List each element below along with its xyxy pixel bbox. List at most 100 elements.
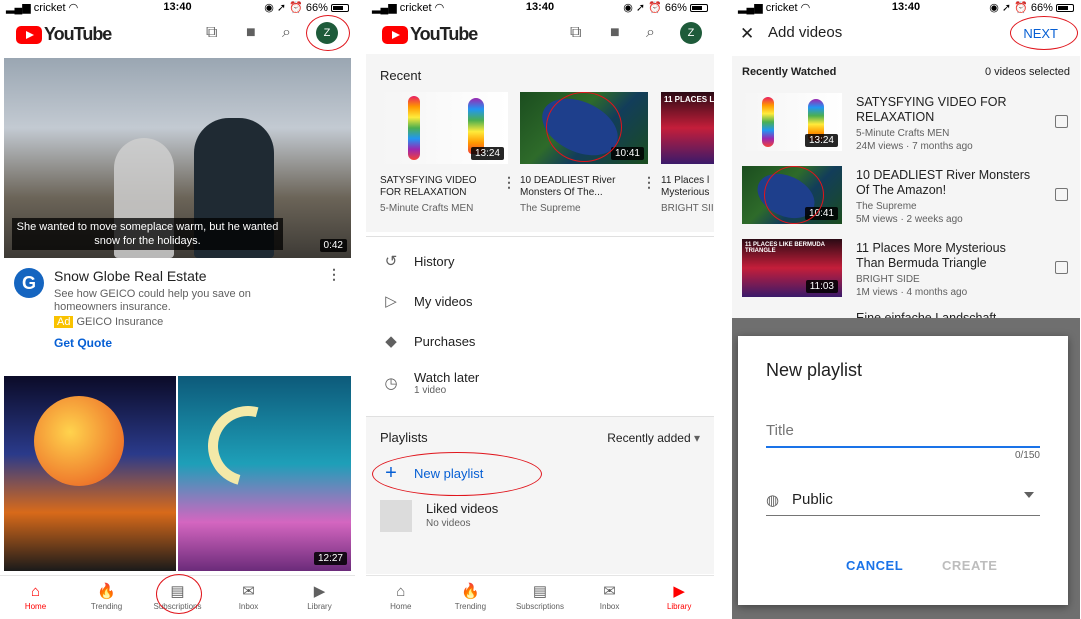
video-meta: 24M views · 7 months ago bbox=[856, 141, 973, 152]
nav-trending[interactable]: 🔥 Trending bbox=[71, 576, 142, 619]
crescent-shape bbox=[193, 391, 303, 501]
tag-icon: ◆ bbox=[385, 333, 397, 350]
video-duration: 13:24 bbox=[470, 147, 504, 160]
video-meta: 1M views · 4 months ago bbox=[856, 287, 968, 298]
nav-subscriptions[interactable]: ▤ Subscriptions bbox=[505, 576, 575, 619]
select-checkbox[interactable] bbox=[1055, 115, 1068, 128]
menu-watch-later[interactable]: ◷ Watch later 1 video bbox=[380, 370, 479, 396]
battery-status: ◉ ➚ ⏰ 66% bbox=[264, 1, 349, 14]
privacy-select[interactable]: ◍ Public bbox=[766, 484, 1040, 516]
recent-title-2[interactable]: 10 DEADLIEST River Monsters Of The... bbox=[520, 175, 640, 199]
subscriptions-icon: ▤ bbox=[532, 583, 548, 600]
thumb-graphic bbox=[408, 96, 420, 160]
cancel-button[interactable]: CANCEL bbox=[846, 558, 903, 573]
cast-icon[interactable]: ⧉ bbox=[570, 24, 581, 42]
watch-later-count: 1 video bbox=[414, 385, 447, 396]
video-title: SATYSFYING VIDEO FOR RELAXATION bbox=[856, 95, 1007, 124]
menu-my-videos[interactable]: ▷ My videos bbox=[380, 292, 472, 310]
history-icon: ↺ bbox=[384, 253, 398, 270]
plus-icon: + bbox=[385, 462, 397, 484]
char-counter: 0/150 bbox=[1014, 450, 1040, 461]
menu-purchases[interactable]: ◆ Purchases bbox=[380, 332, 475, 350]
add-videos-header: ✕ Add videos NEXT bbox=[732, 16, 1080, 50]
video-duration: 0:42 bbox=[319, 239, 347, 252]
more-vert-icon[interactable]: ⋮ bbox=[502, 174, 516, 191]
video-duration: 11:03 bbox=[805, 280, 838, 293]
more-vert-icon[interactable]: ⋮ bbox=[642, 174, 656, 191]
video-duration: 13:24 bbox=[804, 134, 838, 147]
nav-library[interactable]: ▶ Library bbox=[284, 576, 355, 619]
nav-inbox[interactable]: ✉ Inbox bbox=[213, 576, 284, 619]
subscriptions-icon: ▤ bbox=[170, 583, 185, 600]
hero-video[interactable]: She wanted to move someplace warm, but h… bbox=[4, 58, 351, 258]
status-bar: ▂▄▆ cricket ◠ 13:40 ◉ ➚ ⏰ 66% bbox=[0, 0, 355, 16]
video-thumbnail-moon[interactable] bbox=[4, 376, 176, 571]
bottom-nav: ⌂ Home 🔥 Trending ▤ Subscriptions ✉ Inbox ▶ L… bbox=[0, 575, 355, 619]
chevron-down-icon: ▾ bbox=[693, 431, 700, 445]
thumb-text: 11 PLACES LIKE bbox=[664, 95, 714, 104]
dialog-title: New playlist bbox=[766, 360, 863, 380]
list-item[interactable]: 10:41 10 DEADLIEST River Monsters Of The… bbox=[742, 165, 1072, 228]
nav-home[interactable]: ⌂ Home bbox=[0, 576, 71, 619]
clock-icon: ◷ bbox=[384, 375, 398, 392]
recent-channel-3: BRIGHT SII bbox=[661, 203, 714, 214]
avatar[interactable]: Z bbox=[316, 22, 338, 44]
camera-icon[interactable]: ■ bbox=[246, 24, 256, 42]
recent-thumb-1[interactable]: 13:24 bbox=[380, 92, 508, 164]
ad-title: Snow Globe Real Estate bbox=[54, 268, 207, 284]
status-bar: ▂▄▆ cricket ◠ 13:40 ◉ ➚ ⏰ 66% bbox=[732, 0, 1080, 16]
my-videos-icon: ▷ bbox=[385, 293, 397, 310]
create-button[interactable]: CREATE bbox=[942, 558, 997, 573]
new-playlist-button[interactable]: + New playlist bbox=[380, 462, 483, 485]
video-thumbnail-ballerina[interactable]: 12:27 bbox=[178, 376, 351, 571]
recent-title-1[interactable]: SATYSFYING VIDEO FOR RELAXATION bbox=[380, 175, 500, 199]
liked-videos-title[interactable]: Liked videos bbox=[426, 501, 498, 516]
library-icon: ▶ bbox=[673, 583, 685, 600]
app-bar: YouTube ⧉ ■ ⌕ Z bbox=[366, 18, 714, 52]
thumb-graphic bbox=[762, 97, 774, 147]
recent-title-3[interactable]: 11 Places l Mysterious bbox=[661, 175, 714, 199]
video-duration: 10:41 bbox=[610, 147, 644, 160]
nav-home[interactable]: ⌂ Home bbox=[366, 576, 436, 619]
youtube-logo[interactable]: YouTube bbox=[16, 24, 112, 45]
nav-library[interactable]: ▶ Library bbox=[644, 576, 714, 619]
select-checkbox[interactable] bbox=[1055, 188, 1068, 201]
close-icon[interactable]: ✕ bbox=[740, 24, 754, 44]
globe-icon: ◍ bbox=[766, 491, 780, 509]
next-button[interactable]: NEXT bbox=[1023, 26, 1058, 41]
cast-icon[interactable]: ⧉ bbox=[206, 24, 217, 42]
title-input[interactable]: Title bbox=[766, 420, 1040, 448]
nav-inbox[interactable]: ✉ Inbox bbox=[575, 576, 645, 619]
divider bbox=[366, 236, 714, 237]
ad-card[interactable]: G Snow Globe Real Estate See how GEICO c… bbox=[4, 258, 351, 363]
camera-icon[interactable]: ■ bbox=[610, 24, 620, 42]
search-icon[interactable]: ⌕ bbox=[646, 24, 655, 42]
youtube-logo[interactable]: YouTube bbox=[382, 24, 478, 45]
bottom-nav: ⌂ Home 🔥 Trending ▤ Subscriptions ✉ Inbox ▶ L… bbox=[366, 575, 714, 619]
video-channel: 5-Minute Crafts MEN bbox=[856, 128, 950, 139]
select-checkbox[interactable] bbox=[1055, 261, 1068, 274]
menu-history[interactable]: ↺ History bbox=[380, 252, 455, 270]
avatar[interactable]: Z bbox=[680, 22, 702, 44]
advertiser-logo: G bbox=[14, 268, 44, 298]
video-duration: 10:41 bbox=[804, 207, 838, 220]
inbox-icon: ✉ bbox=[603, 583, 616, 600]
ad-badge: Ad GEICO Insurance bbox=[54, 316, 163, 328]
sort-dropdown[interactable]: Recently added ▾ bbox=[607, 431, 700, 445]
video-duration: 12:27 bbox=[313, 552, 347, 565]
search-icon[interactable]: ⌕ bbox=[282, 24, 291, 42]
recent-thumb-3[interactable]: 11 PLACES LIKE bbox=[661, 92, 714, 164]
nav-subscriptions[interactable]: ▤ Subscriptions bbox=[142, 576, 213, 619]
nav-trending[interactable]: 🔥 Trending bbox=[436, 576, 506, 619]
get-quote-link[interactable]: Get Quote bbox=[54, 336, 112, 350]
list-item[interactable]: 11 PLACES LIKE BERMUDA TRIANGLE 11:03 11… bbox=[742, 239, 1072, 301]
trending-icon: 🔥 bbox=[97, 583, 116, 600]
liked-videos-thumb[interactable] bbox=[380, 500, 412, 532]
recent-thumb-2[interactable]: 10:41 bbox=[520, 87, 648, 167]
caption-subtitle: She wanted to move someplace warm, but h… bbox=[12, 218, 283, 250]
video-thumbnail: 13:24 bbox=[742, 93, 842, 151]
more-vert-icon[interactable]: ⋮ bbox=[327, 266, 341, 283]
list-item[interactable]: 13:24 SATYSFYING VIDEO FOR RELAXATION 5-… bbox=[742, 93, 1072, 155]
recent-channel-2: The Supreme bbox=[520, 203, 581, 214]
library-icon: ▶ bbox=[313, 583, 326, 600]
